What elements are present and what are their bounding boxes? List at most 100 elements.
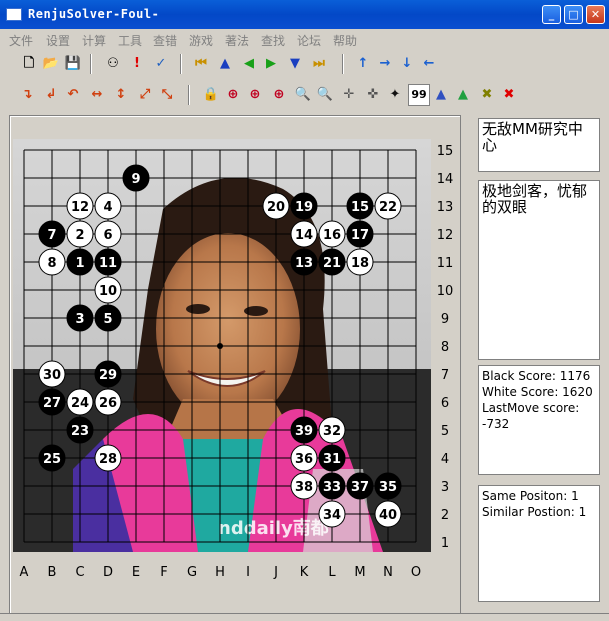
white-stone[interactable]: 14 bbox=[290, 220, 318, 248]
zoom-b-icon[interactable]: ⊕ bbox=[244, 84, 266, 106]
flip-horizontal-icon[interactable]: ↔ bbox=[86, 84, 108, 106]
last-move-icon[interactable]: ⏭ bbox=[308, 53, 330, 75]
menu-compute[interactable]: 计算 bbox=[82, 32, 106, 49]
black-stone[interactable]: 1 bbox=[66, 248, 94, 276]
stone-number: 29 bbox=[99, 368, 117, 383]
black-stone[interactable]: 13 bbox=[290, 248, 318, 276]
white-stone[interactable]: 24 bbox=[66, 388, 94, 416]
white-stone[interactable]: 10 bbox=[94, 276, 122, 304]
down-icon[interactable]: ▼ bbox=[284, 53, 306, 75]
lock-icon[interactable]: 🔒 bbox=[200, 84, 222, 106]
dotted-cross-icon[interactable]: ✜ bbox=[362, 84, 384, 106]
black-stone[interactable]: 7 bbox=[38, 220, 66, 248]
white-stone[interactable]: 20 bbox=[262, 192, 290, 220]
flip-vertical-icon[interactable]: ↕ bbox=[110, 84, 132, 106]
search-panel: Same Positon: 1 Similar Postion: 1 bbox=[478, 485, 600, 602]
black-stone[interactable]: 37 bbox=[346, 472, 374, 500]
black-stone[interactable]: 3 bbox=[66, 304, 94, 332]
zoom-c-icon[interactable]: ⊕ bbox=[268, 84, 290, 106]
crosshair-icon[interactable]: ✛ bbox=[338, 84, 360, 106]
stones-icon[interactable]: ⚇ bbox=[102, 53, 124, 75]
new-icon[interactable]: 🗋 bbox=[18, 53, 40, 75]
menu-moves[interactable]: 著法 bbox=[225, 32, 249, 49]
menu-search[interactable]: 查找 bbox=[261, 32, 285, 49]
black-score: Black Score: 1176 bbox=[482, 369, 591, 383]
flip-diagonal-icon[interactable]: ⤢ bbox=[134, 84, 156, 106]
black-stone[interactable]: 15 bbox=[346, 192, 374, 220]
rotate-left-icon[interactable]: ↲ bbox=[40, 84, 62, 106]
black-stone[interactable]: 27 bbox=[38, 388, 66, 416]
warning-icon[interactable]: ! bbox=[126, 53, 148, 75]
prev-icon[interactable]: ◀ bbox=[238, 53, 260, 75]
white-stone[interactable]: 6 bbox=[94, 220, 122, 248]
black-stone[interactable]: 5 bbox=[94, 304, 122, 332]
pyramid-blue-icon[interactable]: ▲ bbox=[430, 84, 452, 106]
white-stone[interactable]: 38 bbox=[290, 472, 318, 500]
white-stone[interactable]: 34 bbox=[318, 500, 346, 528]
zoom-in-icon[interactable]: 🔍 bbox=[292, 84, 314, 106]
stone-number: 8 bbox=[47, 256, 56, 271]
cross-olive-icon[interactable]: ✖ bbox=[476, 84, 498, 106]
black-stone[interactable]: 35 bbox=[374, 472, 402, 500]
white-stone[interactable]: 30 bbox=[38, 360, 66, 388]
white-stone[interactable]: 2 bbox=[66, 220, 94, 248]
pyramid-green-icon[interactable]: ▲ bbox=[452, 84, 474, 106]
arrow-up-icon[interactable]: ↑ bbox=[352, 53, 374, 75]
black-stone[interactable]: 21 bbox=[318, 248, 346, 276]
app-icon bbox=[6, 8, 22, 21]
stone-number: 13 bbox=[295, 256, 313, 271]
white-stone[interactable]: 32 bbox=[318, 416, 346, 444]
black-stone[interactable]: 23 bbox=[66, 416, 94, 444]
flip-antidiagonal-icon[interactable]: ⤡ bbox=[156, 84, 178, 106]
white-stone[interactable]: 12 bbox=[66, 192, 94, 220]
black-stone[interactable]: 33 bbox=[318, 472, 346, 500]
white-stone[interactable]: 26 bbox=[94, 388, 122, 416]
first-move-icon[interactable]: ⏮ bbox=[190, 53, 212, 75]
window-title: RenjuSolver-Foul- bbox=[28, 7, 160, 21]
white-stone[interactable]: 22 bbox=[374, 192, 402, 220]
maximize-button[interactable]: □ bbox=[564, 5, 583, 24]
menu-forum[interactable]: 论坛 bbox=[297, 32, 321, 49]
white-stone[interactable]: 36 bbox=[290, 444, 318, 472]
arrow-down-icon[interactable]: ↓ bbox=[396, 53, 418, 75]
close-button[interactable]: ✕ bbox=[586, 5, 605, 24]
next-icon[interactable]: ▶ bbox=[260, 53, 282, 75]
black-stone[interactable]: 17 bbox=[346, 220, 374, 248]
target-icon[interactable]: ✦ bbox=[384, 84, 406, 106]
minimize-button[interactable]: _ bbox=[542, 5, 561, 24]
open-icon[interactable]: 📂 bbox=[40, 53, 62, 75]
menu-game[interactable]: 游戏 bbox=[189, 32, 213, 49]
white-stone[interactable]: 16 bbox=[318, 220, 346, 248]
check-icon[interactable]: ✓ bbox=[150, 53, 172, 75]
zoom-out-icon[interactable]: 🔍 bbox=[314, 84, 336, 106]
cross-red-icon[interactable]: ✖ bbox=[498, 84, 520, 106]
stone-number: 21 bbox=[323, 256, 341, 271]
black-stone[interactable]: 29 bbox=[94, 360, 122, 388]
up-icon[interactable]: ▲ bbox=[214, 53, 236, 75]
rotate-right-icon[interactable]: ↴ bbox=[16, 84, 38, 106]
rotate-180-icon[interactable]: ↶ bbox=[62, 84, 84, 106]
save-icon[interactable]: 💾 bbox=[62, 53, 84, 75]
menu-file[interactable]: 文件 bbox=[9, 32, 33, 49]
white-stone[interactable]: 28 bbox=[94, 444, 122, 472]
menu-tools[interactable]: 工具 bbox=[118, 32, 142, 49]
black-stone[interactable]: 11 bbox=[94, 248, 122, 276]
menu-settings[interactable]: 设置 bbox=[46, 32, 70, 49]
white-stone[interactable]: 18 bbox=[346, 248, 374, 276]
number-99-icon[interactable]: 99 bbox=[408, 84, 430, 106]
white-stone[interactable]: 8 bbox=[38, 248, 66, 276]
stone-number: 30 bbox=[43, 368, 61, 383]
black-stone[interactable]: 9 bbox=[122, 164, 150, 192]
black-stone[interactable]: 25 bbox=[38, 444, 66, 472]
white-stone[interactable]: 4 bbox=[94, 192, 122, 220]
zoom-a-icon[interactable]: ⊕ bbox=[222, 84, 244, 106]
black-stone[interactable]: 39 bbox=[290, 416, 318, 444]
arrow-left-icon[interactable]: ← bbox=[418, 53, 440, 75]
menu-help[interactable]: 帮助 bbox=[333, 32, 357, 49]
black-stone[interactable]: 31 bbox=[318, 444, 346, 472]
white-stone[interactable]: 40 bbox=[374, 500, 402, 528]
black-stone[interactable]: 19 bbox=[290, 192, 318, 220]
menu-debug[interactable]: 查错 bbox=[153, 32, 177, 49]
title-panel: 无敌MM研究中心 bbox=[478, 118, 600, 172]
arrow-right-icon[interactable]: → bbox=[374, 53, 396, 75]
